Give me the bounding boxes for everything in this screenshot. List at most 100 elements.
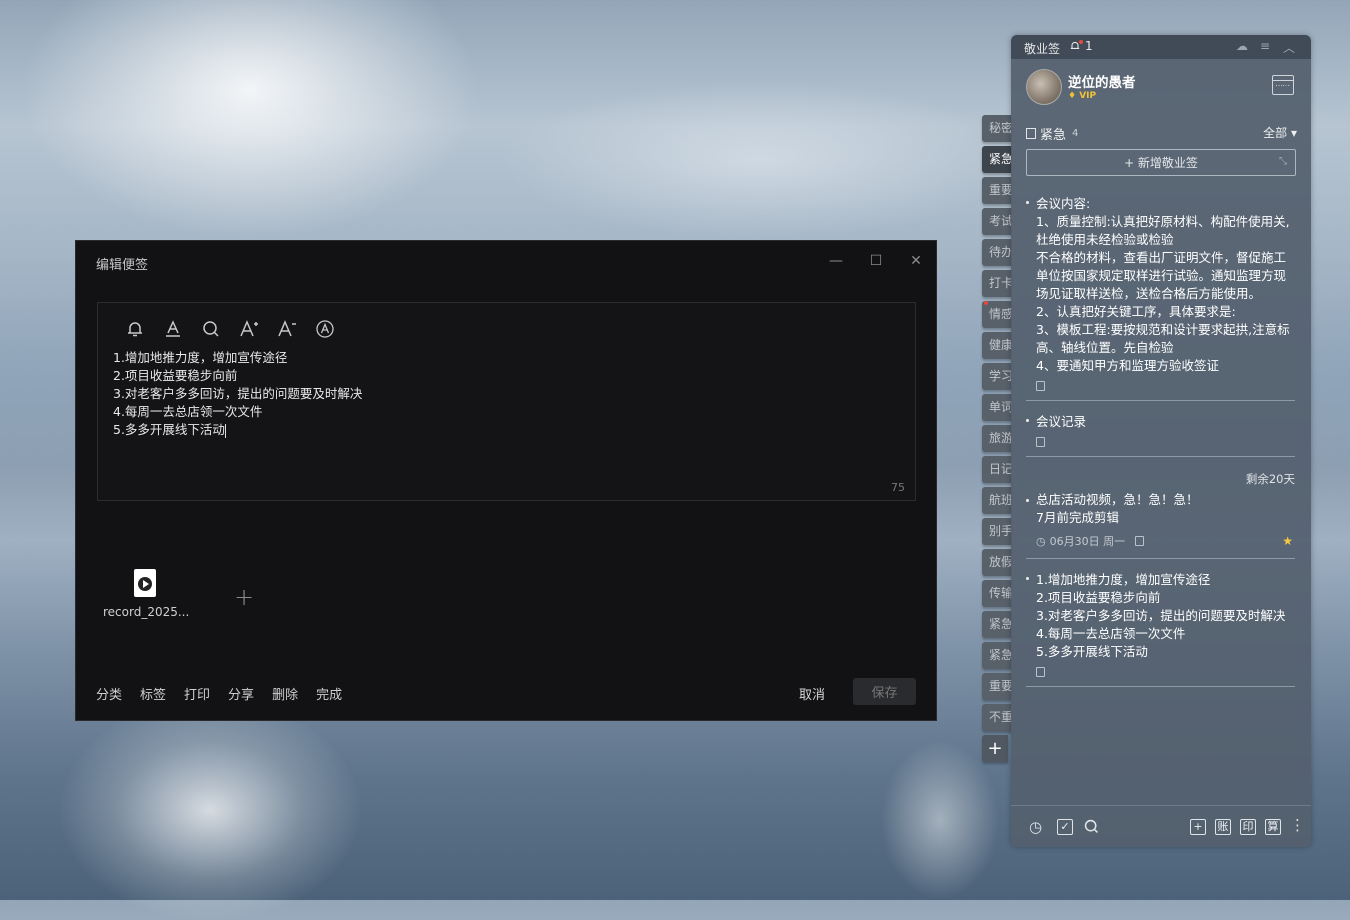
list-item[interactable]: 会议记录 xyxy=(1011,413,1311,457)
reminder-bell-icon[interactable] xyxy=(116,317,154,341)
note-content[interactable]: 1.增加地推力度，增加宣传途径 2.项目收益要稳步向前 3.对老客户多多回访，提… xyxy=(113,349,362,439)
wallpaper-cloud xyxy=(500,80,1020,240)
vip-badge: ♦ VIP xyxy=(1068,91,1097,101)
font-increase-icon[interactable] xyxy=(230,317,268,341)
lock-icon xyxy=(1036,667,1045,677)
tab-category[interactable]: 旅游 xyxy=(982,425,1012,452)
list-item[interactable]: 1.增加地推力度，增加宣传途径 2.项目收益要稳步向前 3.对老客户多多回访，提… xyxy=(1011,571,1311,687)
lock-icon xyxy=(1036,437,1045,447)
tab-category[interactable]: 秘密 xyxy=(982,115,1012,142)
attachment-item[interactable]: record_2025... xyxy=(103,569,190,619)
tab-category[interactable]: 传输 xyxy=(982,580,1012,607)
tab-category[interactable]: 打卡 xyxy=(982,270,1012,297)
delete-button[interactable]: 删除 xyxy=(272,684,298,703)
note-line: 4.每周一去总店领一次文件 xyxy=(113,404,263,419)
panel-header: 敬业签 1 ☁ ≡ ︿ xyxy=(1011,35,1311,59)
category-tabs: 秘密 紧急 重要 考试 待办 打卡 情感 健康 学习 单词 旅游 日记 航班 别… xyxy=(982,115,1012,766)
user-name: 逆位的愚者 xyxy=(1068,75,1136,91)
wallpaper-sea-reflection xyxy=(60,700,360,920)
text-cursor xyxy=(224,423,226,438)
reminder-indicator[interactable]: 1 xyxy=(1069,39,1093,53)
font-decrease-icon[interactable] xyxy=(268,317,306,341)
calendar-icon[interactable] xyxy=(1272,75,1294,95)
save-button[interactable]: 保存 xyxy=(853,678,916,705)
note-text: 1.增加地推力度，增加宣传途径 2.项目收益要稳步向前 3.对老客户多多回访，提… xyxy=(1036,572,1286,659)
clock-icon: ◷ xyxy=(1036,534,1046,548)
tab-category-active[interactable]: 紧急 xyxy=(982,146,1012,173)
clear-format-icon[interactable] xyxy=(306,317,344,341)
tab-category[interactable]: 紧急 xyxy=(982,642,1012,669)
print-button[interactable]: 打印 xyxy=(184,684,210,703)
complete-button[interactable]: 完成 xyxy=(316,684,342,703)
bell-count: 1 xyxy=(1085,39,1093,53)
filter-dropdown[interactable]: 全部 ▾ xyxy=(1263,124,1297,141)
expand-icon: ⤡ xyxy=(1279,156,1287,167)
panel-footer: ◷ ✓ + 账 印 算 ⋮ xyxy=(1011,805,1311,847)
notes-panel: 敬业签 1 ☁ ≡ ︿ 逆位的愚者 ♦ VIP 紧急 4 全部 ▾ + 新增敬业… xyxy=(1011,35,1311,847)
bullet-icon xyxy=(1026,499,1029,502)
tab-category[interactable]: 学习 xyxy=(982,363,1012,390)
note-editor[interactable]: 1.增加地推力度，增加宣传途径 2.项目收益要稳步向前 3.对老客户多多回访，提… xyxy=(97,302,916,501)
calculator-button[interactable]: 算 xyxy=(1265,819,1281,835)
cancel-button[interactable]: 取消 xyxy=(799,684,825,703)
search-icon[interactable] xyxy=(1083,818,1100,839)
add-category-button[interactable]: + xyxy=(982,735,1008,762)
add-attachment-button[interactable]: + xyxy=(234,583,254,611)
flag-icon xyxy=(1026,128,1036,139)
minimize-button[interactable]: — xyxy=(824,249,848,273)
list-item[interactable]: 会议内容: 1、质量控制:认真把好原材料、构配件使用关,杜绝使用未经检验或检验 … xyxy=(1011,195,1311,401)
tab-category[interactable]: 紧急 xyxy=(982,611,1012,638)
wallpaper-sun-glow xyxy=(20,0,480,240)
dialog-actions: 分类 标签 打印 分享 删除 完成 xyxy=(96,684,342,703)
tab-category[interactable]: 重要 xyxy=(982,177,1012,204)
tab-category[interactable]: 重要 xyxy=(982,673,1012,700)
tab-category[interactable]: 日记 xyxy=(982,456,1012,483)
tab-category[interactable]: 单词 xyxy=(982,394,1012,421)
tab-category[interactable]: 情感 xyxy=(982,301,1012,328)
star-icon[interactable]: ★ xyxy=(1282,534,1293,548)
tab-category[interactable]: 健康 xyxy=(982,332,1012,359)
print-button[interactable]: 印 xyxy=(1240,819,1256,835)
cloud-sync-icon[interactable]: ☁ xyxy=(1236,39,1248,53)
avatar[interactable] xyxy=(1026,69,1062,105)
add-button[interactable]: + xyxy=(1190,819,1206,835)
maximize-button[interactable]: ☐ xyxy=(864,249,888,273)
current-category: 紧急 4 xyxy=(1026,124,1078,143)
note-text: 会议内容: 1、质量控制:认真把好原材料、构配件使用关,杜绝使用未经检验或检验 … xyxy=(1036,196,1290,373)
close-button[interactable]: ✕ xyxy=(904,249,928,273)
tab-category[interactable]: 别手 xyxy=(982,518,1012,545)
note-text: 总店活动视频，急！急！急！ 7月前完成剪辑 xyxy=(1036,492,1199,525)
vip-label: VIP xyxy=(1079,91,1097,101)
bullet-icon xyxy=(1026,577,1029,580)
note-line: 3.对老客户多多回访，提出的问题要及时解决 xyxy=(113,386,363,401)
note-line: 2.项目收益要稳步向前 xyxy=(113,368,238,383)
bullet-icon xyxy=(1026,419,1029,422)
add-note-button[interactable]: + 新增敬业签 ⤡ xyxy=(1026,149,1296,176)
notes-list: 会议内容: 1、质量控制:认真把好原材料、构配件使用关,杜绝使用未经检验或检验 … xyxy=(1011,195,1311,687)
tab-category[interactable]: 航班 xyxy=(982,487,1012,514)
category-name: 紧急 xyxy=(1040,128,1067,143)
tab-category[interactable]: 不重 xyxy=(982,704,1012,731)
attachment-name: record_2025... xyxy=(103,605,190,619)
dialog-title: 编辑便签 xyxy=(96,258,149,273)
list-item[interactable]: 剩余20天 总店活动视频，急！急！急！ 7月前完成剪辑 ◷ 06月30日 周一 … xyxy=(1011,469,1311,559)
tab-category[interactable]: 待办 xyxy=(982,239,1012,266)
text-color-icon[interactable] xyxy=(154,317,192,341)
completed-tasks-icon[interactable]: ✓ xyxy=(1057,819,1073,835)
category-button[interactable]: 分类 xyxy=(96,684,122,703)
collapse-icon[interactable]: ︿ xyxy=(1283,39,1295,56)
tag-button[interactable]: 标签 xyxy=(140,684,166,703)
edit-note-dialog: 编辑便签 — ☐ ✕ 1.增加地推力度，增加宣传途径 2.项目收益要稳步向前 3… xyxy=(75,240,937,721)
search-icon[interactable] xyxy=(192,317,230,341)
menu-icon[interactable]: ≡ xyxy=(1260,39,1270,53)
tab-category[interactable]: 放假 xyxy=(982,549,1012,576)
share-button[interactable]: 分享 xyxy=(228,684,254,703)
history-clock-icon[interactable]: ◷ xyxy=(1029,818,1042,836)
days-remaining: 剩余20天 xyxy=(1245,472,1295,486)
category-count: 4 xyxy=(1072,128,1079,139)
due-date: 06月30日 周一 xyxy=(1049,535,1126,548)
ledger-button[interactable]: 账 xyxy=(1215,819,1231,835)
note-text: 会议记录 xyxy=(1036,414,1087,429)
tab-category[interactable]: 考试 xyxy=(982,208,1012,235)
more-icon[interactable]: ⋮ xyxy=(1290,816,1305,834)
